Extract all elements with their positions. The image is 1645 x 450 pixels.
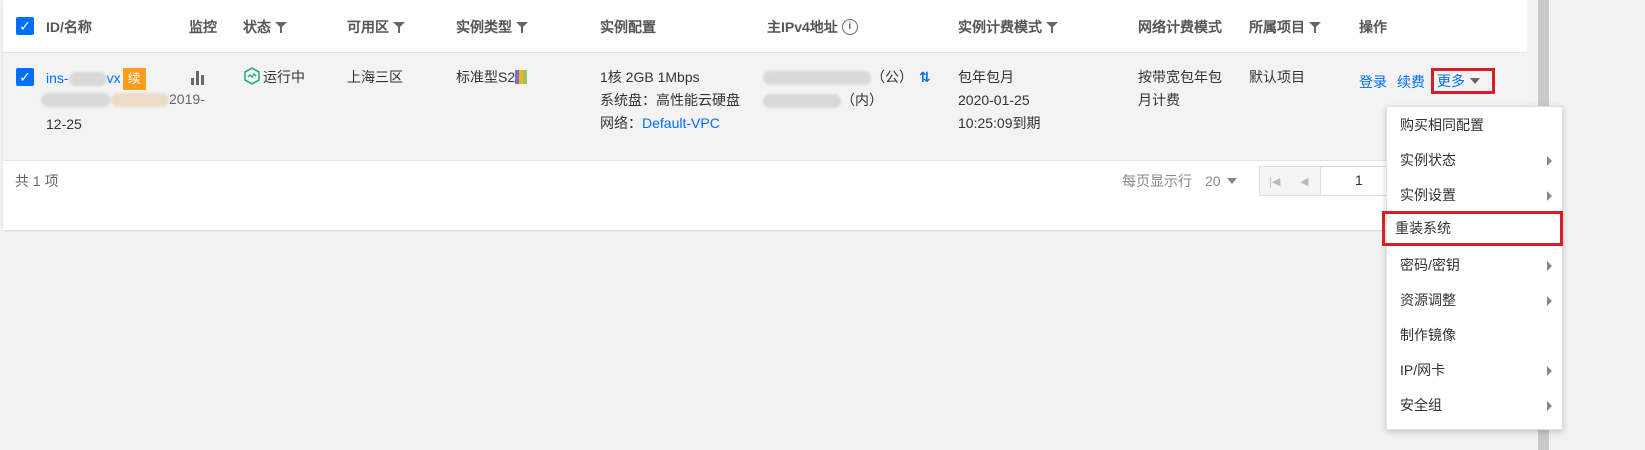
page-input[interactable]: 1	[1320, 166, 1390, 196]
menu-item-instance-state[interactable]: 实例状态	[1387, 143, 1562, 178]
chevron-right-icon	[1547, 401, 1552, 411]
total-count: 共 1 项	[15, 173, 59, 189]
zone-cell: 上海三区	[347, 69, 403, 85]
select-all-checkbox[interactable]: ✓	[16, 17, 34, 35]
pager-nav: |◀ ◀	[1259, 166, 1323, 196]
caret-down-icon	[1470, 78, 1480, 84]
col-header-billing-mode[interactable]: 实例计费模式	[958, 17, 1058, 37]
col-header-network-billing: 网络计费模式	[1138, 19, 1222, 35]
chevron-right-icon	[1547, 156, 1552, 166]
login-link[interactable]: 登录	[1359, 71, 1387, 94]
instance-id-cell: ins-vx 续	[46, 67, 146, 90]
col-header-id-name[interactable]: ID/名称	[46, 17, 92, 37]
per-page-label: 每页显示行	[1122, 173, 1192, 189]
col-header-monitor: 监控	[189, 19, 217, 35]
chevron-right-icon	[1547, 191, 1552, 201]
table-header-row: ✓ ID/名称 监控 状态 可用区 实例类型 实例配置 主IPv4地址 i 实例计…	[3, 0, 1603, 53]
more-actions-menu: 购买相同配置 实例状态 实例设置 重装系统 密码/密钥 资源调整 制作镜像 IP…	[1382, 106, 1563, 430]
menu-item-security-group[interactable]: 安全组	[1387, 388, 1562, 423]
running-status-icon	[243, 67, 260, 85]
instance-type-badge-icon	[515, 70, 528, 84]
filter-icon[interactable]	[275, 21, 287, 33]
menu-item-reinstall-system[interactable]: 重装系统	[1382, 211, 1563, 246]
prev-page-icon[interactable]: ◀	[1300, 175, 1308, 188]
col-header-actions: 操作	[1359, 19, 1387, 35]
col-header-instance-type[interactable]: 实例类型	[456, 17, 528, 37]
menu-item-create-image[interactable]: 制作镜像	[1387, 318, 1562, 353]
redacted-text	[763, 71, 871, 86]
redacted-text	[111, 93, 169, 108]
col-header-project[interactable]: 所属项目	[1249, 17, 1321, 37]
renew-link[interactable]: 续费	[1397, 71, 1425, 94]
ip-switch-icon[interactable]: ⇅	[919, 69, 931, 85]
per-page-select[interactable]: 20	[1205, 170, 1238, 193]
project-cell: 默认项目	[1249, 69, 1305, 85]
chevron-right-icon	[1547, 296, 1552, 306]
filter-icon[interactable]	[516, 21, 528, 33]
vpc-link[interactable]: Default-VPC	[642, 115, 720, 131]
chevron-right-icon	[1547, 261, 1552, 271]
chevron-down-icon	[1227, 178, 1238, 184]
col-header-primary-ipv4: 主IPv4地址 i	[767, 17, 858, 37]
info-icon[interactable]: i	[841, 19, 858, 35]
menu-item-ip-nic[interactable]: IP/网卡	[1387, 353, 1562, 388]
status-cell: 运行中	[243, 66, 305, 89]
bar-chart-icon[interactable]	[191, 71, 207, 85]
more-actions-button[interactable]: 更多	[1431, 68, 1495, 94]
col-header-zone[interactable]: 可用区	[347, 17, 405, 37]
billing-cell: 包年包月 2020-01-25 10:25:09到期	[958, 69, 1041, 131]
chevron-right-icon	[1547, 366, 1552, 376]
config-cell: 1核 2GB 1Mbps 系统盘：高性能云硬盘 网络：Default-VPC	[600, 69, 740, 131]
filter-icon[interactable]	[393, 21, 405, 33]
filter-icon[interactable]	[1046, 21, 1058, 33]
menu-item-instance-settings[interactable]: 实例设置	[1387, 178, 1562, 213]
row-select-checkbox[interactable]: ✓	[16, 68, 34, 86]
col-header-status[interactable]: 状态	[243, 17, 287, 37]
redacted-text	[41, 93, 111, 108]
menu-item-password-key[interactable]: 密码/密钥	[1387, 248, 1562, 283]
instance-table-panel: ✓ ID/名称 监控 状态 可用区 实例类型 实例配置 主IPv4地址 i 实例计…	[3, 0, 1603, 230]
instance-id-link[interactable]: ins-vx	[46, 70, 121, 87]
menu-item-resource-adjust[interactable]: 资源调整	[1387, 283, 1562, 318]
instance-name-line3: 12-25	[46, 116, 82, 132]
redacted-text	[763, 94, 841, 109]
menu-item-buy-same-config[interactable]: 购买相同配置	[1387, 108, 1562, 143]
instance-name-line2: 2019-	[41, 88, 205, 111]
background-strip	[1549, 0, 1645, 450]
instance-type-cell: 标准型S2	[456, 66, 528, 89]
renew-badge[interactable]: 续	[122, 68, 146, 90]
filter-icon[interactable]	[1309, 21, 1321, 33]
first-page-icon[interactable]: |◀	[1269, 175, 1280, 188]
network-billing-cell: 按带宽包年包 月计费	[1138, 69, 1222, 108]
redacted-text	[68, 72, 107, 87]
ip-cell: （公） ⇅ （内）	[763, 66, 931, 112]
col-header-instance-config: 实例配置	[600, 19, 656, 35]
